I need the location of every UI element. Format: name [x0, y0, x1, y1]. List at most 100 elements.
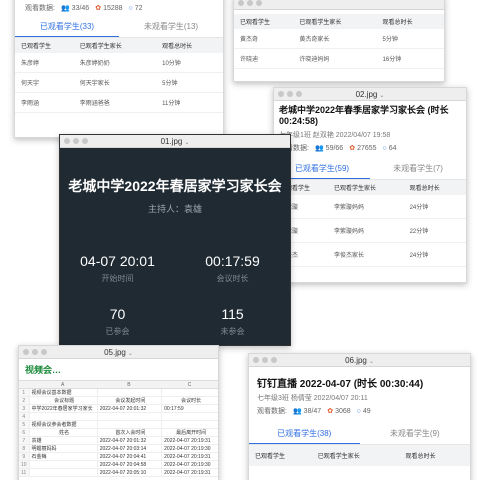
row-number[interactable]: 3: [19, 405, 29, 412]
col-student: 已观看学生: [255, 454, 286, 460]
chat-icon: ○: [128, 4, 133, 12]
table-row[interactable]: 李雨涵 李雨涵爸爸 11分钟: [15, 93, 223, 113]
row-number[interactable]: 7: [19, 437, 29, 444]
sheet-cell[interactable]: [28, 461, 97, 468]
window-02: 02.jpg ⌄ 老城中学2022年春季居家学习家长会 (时长 00:24:58)…: [273, 87, 467, 283]
sheet-cell[interactable]: 2022-04-07 20:19:31: [161, 453, 218, 460]
minimize-dot[interactable]: [247, 0, 253, 6]
sheet-cell[interactable]: 2022-04-07 20:19:30: [161, 445, 218, 452]
stats-label: 观看数据:: [25, 5, 55, 12]
column-header[interactable]: C: [161, 381, 218, 388]
cell: 16分钟: [382, 57, 402, 63]
table-row[interactable]: 李紫璇李紫璇妈妈24分钟: [274, 195, 466, 219]
comment-count: 72: [134, 4, 143, 12]
sheet-cell[interactable]: 明媚丽妈妈: [28, 445, 97, 452]
sheet-cell[interactable]: [96, 421, 161, 428]
row-number[interactable]: 6: [19, 429, 29, 436]
tab-unwatched[interactable]: 未观看学生(7): [370, 159, 466, 179]
cell: 李雨涵爸爸: [79, 101, 110, 107]
sheet-cell[interactable]: [96, 389, 161, 396]
row-number[interactable]: 9: [19, 453, 29, 460]
titlebar: 02.jpg ⌄: [274, 88, 466, 101]
sheet-cell[interactable]: [161, 413, 218, 420]
row-number[interactable]: 4: [19, 413, 29, 420]
window-watch-list-2: 已观看学生 已观看学生家长 观看总时长 黄杰奇 黄杰奇家长 5分钟 许晓迪 许晓迪妈妈…: [233, 0, 445, 82]
sheet-row: 10 2022-04-07 20:04:58 2022-04-07 20:19:30: [19, 461, 218, 469]
zoom-dot[interactable]: [256, 0, 262, 6]
sheet-cell[interactable]: 姓名: [28, 429, 97, 436]
col-parent: 已观看学生家长: [317, 454, 360, 460]
column-header[interactable]: A: [29, 381, 97, 388]
sheet-cell[interactable]: 会议标题: [28, 397, 97, 404]
table-row[interactable]: 何天宇 何天宇家长 5分钟: [15, 73, 223, 93]
chevron-down-icon[interactable]: ⌄: [379, 93, 384, 99]
sheet-cell[interactable]: 视频会议参会者数据: [28, 421, 97, 428]
tab-unwatched[interactable]: 未观看学生(9): [360, 424, 471, 444]
table-row[interactable]: 黄杰奇 黄杰奇家长 5分钟: [234, 29, 444, 49]
live-subtitle: 七年级3班 杨倩莹 2022/04/07 20:11: [257, 395, 368, 402]
sheet-cell[interactable]: [28, 469, 97, 476]
table-row[interactable]: 李俊杰李俊杰家长24分钟: [274, 243, 466, 267]
sheet-cell[interactable]: 2022-04-07 20:19:31: [161, 469, 218, 476]
table-row[interactable]: 朱彦婷 朱彦婷奶奶 10分钟: [15, 53, 223, 73]
close-dot[interactable]: [238, 0, 244, 6]
row-number[interactable]: 1: [19, 389, 29, 396]
attended-count: 70: [109, 306, 126, 322]
sheet-cell[interactable]: [96, 413, 161, 420]
spreadsheet-app-title: 视频会…: [25, 365, 62, 375]
tab-unwatched[interactable]: 未观看学生(13): [119, 17, 223, 37]
comment-count: 49: [362, 407, 371, 415]
table-row[interactable]: 许晓迪 许晓迪妈妈 16分钟: [234, 49, 444, 69]
table-row[interactable]: 李紫璇李紫璇妈妈22分钟: [274, 219, 466, 243]
chevron-down-icon[interactable]: ⌄: [184, 140, 189, 146]
sheet-cell[interactable]: 中学2022年春居家学习家长: [28, 405, 97, 412]
cell: 10分钟: [162, 61, 181, 67]
sheet-cell[interactable]: [161, 389, 218, 396]
sheet-cell[interactable]: 会议发起时间: [96, 397, 161, 404]
sheet-cell[interactable]: [161, 421, 218, 428]
sheet-cell[interactable]: [28, 413, 97, 420]
sheet-cell[interactable]: 00:17:59: [161, 405, 218, 412]
viewer-count: 59/66: [325, 145, 344, 152]
sheet-cell[interactable]: 会议时长: [161, 397, 218, 404]
tab-watched[interactable]: 已观看学生(38): [249, 424, 360, 444]
row-number[interactable]: 11: [19, 469, 29, 476]
row-number[interactable]: 2: [19, 397, 29, 404]
sheet-cell[interactable]: 2022-04-07 20:04:41: [96, 453, 161, 460]
cell: 11分钟: [162, 101, 181, 107]
sheet-cell[interactable]: 石金梅: [28, 453, 97, 460]
live-title: 老城中学2022年春季居家学习家长会 (时长 00:24:58): [279, 105, 449, 126]
tab-watched[interactable]: 已观看学生(33): [15, 17, 119, 37]
titlebar: 06.jpg ⌄: [249, 354, 470, 367]
sheet-row: 11 2022-04-07 20:05:10 2022-04-07 20:19:31: [19, 469, 218, 477]
collage-canvas: 观看数据: 👥 33/46 ✿ 15288 ○ 72 已观看学生(33) 未观看学生(…: [0, 0, 480, 480]
chevron-down-icon[interactable]: ⌄: [369, 359, 374, 365]
cell: 黄杰奇: [240, 37, 259, 43]
sheet-cell[interactable]: 2022-04-07 20:05:10: [96, 469, 161, 476]
sheet-cell[interactable]: 2022-04-07 20:19:30: [161, 461, 218, 468]
col-duration: 观看总时长: [405, 454, 436, 460]
people-icon: 👥: [292, 408, 302, 415]
viewer-count: 33/46: [71, 5, 90, 12]
sheet-cell[interactable]: 2022-04-07 20:19:31: [161, 437, 218, 444]
spreadsheet-grid: A B C 1 视频会议基本数据 2 会议标题 会议发起时间 会议时长 3 中学2022年春居家学习…: [19, 381, 218, 477]
col-student: 已观看学生: [240, 20, 271, 26]
sheet-cell[interactable]: 2022-04-07 20:01:32: [96, 437, 161, 444]
row-number[interactable]: 10: [19, 461, 29, 468]
column-header[interactable]: B: [97, 381, 161, 388]
table-header: 已观看学生 已观看学生家长 观看总时长: [274, 180, 466, 195]
like-count: 27655: [357, 145, 377, 152]
sheet-cell[interactable]: 袁雄: [28, 437, 97, 444]
cell: 李紫璇妈妈: [334, 229, 365, 235]
sheet-cell[interactable]: 最后离开时间: [161, 429, 218, 436]
row-number[interactable]: 8: [19, 445, 29, 452]
sheet-cell[interactable]: 首次入会时间: [96, 429, 161, 436]
row-number[interactable]: 5: [19, 421, 29, 428]
people-icon: 👥: [314, 145, 324, 152]
sheet-cell[interactable]: 2022-04-07 20:03:14: [96, 445, 161, 452]
sheet-cell[interactable]: 2022-04-07 20:01:32: [96, 405, 161, 412]
sheet-cell[interactable]: 2022-04-07 20:04:58: [96, 461, 161, 468]
chevron-down-icon[interactable]: ⌄: [128, 351, 133, 357]
file-name: 01.jpg ⌄: [160, 137, 190, 146]
sheet-cell[interactable]: 视频会议基本数据: [28, 389, 97, 396]
